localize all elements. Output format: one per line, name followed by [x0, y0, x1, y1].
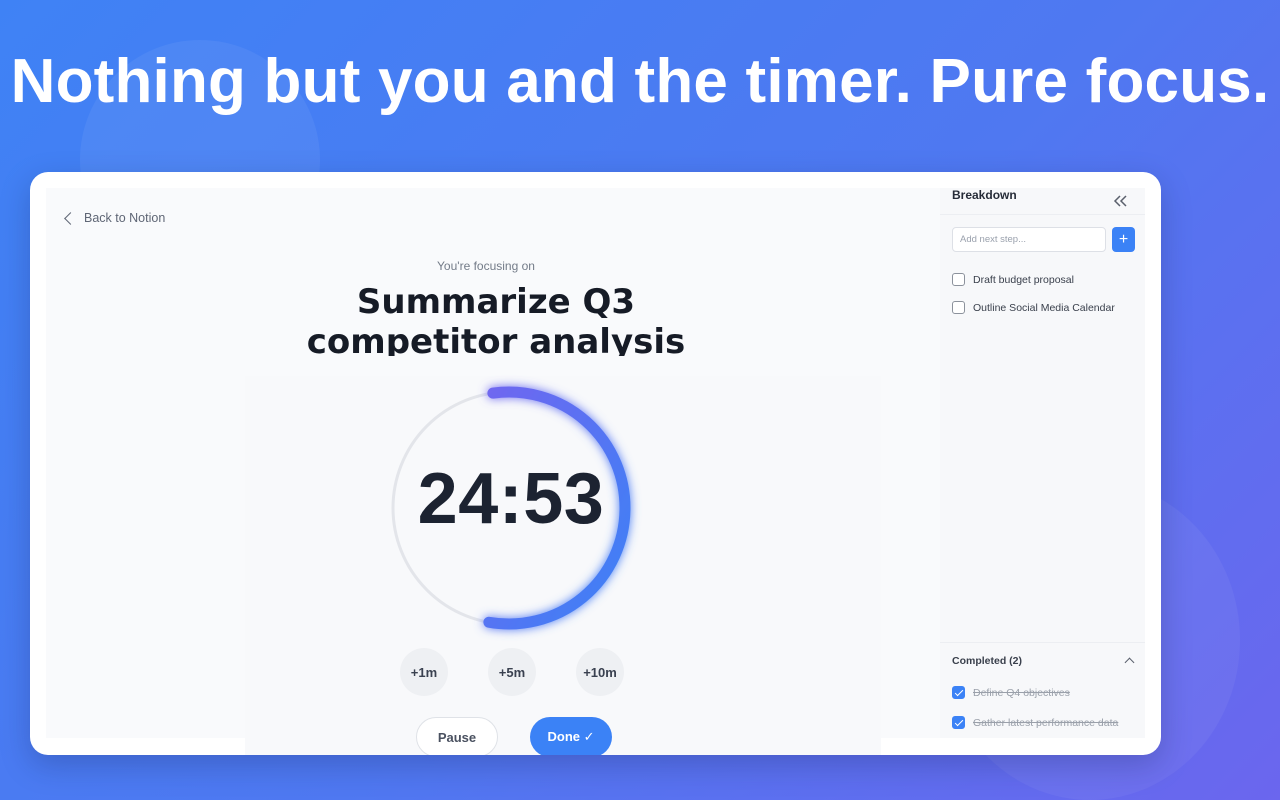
- app-window: Back to Notion You're focusing on Summar…: [30, 172, 1161, 755]
- add-5-minutes-button[interactable]: +5m: [488, 648, 536, 696]
- focus-pane: Back to Notion You're focusing on Summar…: [46, 188, 940, 755]
- time-remaining: 24:53: [417, 459, 605, 539]
- collapse-sidebar-icon[interactable]: [1112, 194, 1130, 208]
- step-checkbox[interactable]: [952, 273, 965, 286]
- pause-button[interactable]: Pause: [416, 717, 498, 755]
- add-10-minutes-button[interactable]: +10m: [576, 648, 624, 696]
- add-1-minute-button[interactable]: +1m: [400, 648, 448, 696]
- step-item[interactable]: Draft budget proposal: [952, 273, 1074, 286]
- divider: [940, 214, 1145, 215]
- sidebar-title: Breakdown: [952, 188, 1017, 202]
- step-label: Draft budget proposal: [973, 273, 1074, 286]
- breakdown-sidebar: Breakdown + Draft budget proposal Outlin…: [940, 188, 1145, 738]
- promo-headline: Nothing but you and the timer. Pure focu…: [10, 47, 1270, 116]
- completed-checkbox[interactable]: [952, 686, 965, 699]
- completed-label: Gather latest performance data: [973, 716, 1119, 729]
- step-checkbox[interactable]: [952, 301, 965, 314]
- chevron-left-icon: [64, 211, 77, 225]
- step-item[interactable]: Outline Social Media Calendar: [952, 301, 1115, 314]
- task-title: Summarize Q3 competitor analysis: [306, 282, 686, 356]
- completed-header: Completed (2): [952, 655, 1023, 667]
- completed-item[interactable]: Define Q4 objectives: [952, 686, 1070, 699]
- done-button[interactable]: Done ✓: [530, 717, 612, 755]
- back-to-notion-link[interactable]: Back to Notion: [64, 211, 166, 225]
- completed-label: Define Q4 objectives: [973, 686, 1070, 699]
- completed-item[interactable]: Gather latest performance data: [952, 716, 1118, 729]
- focus-label: You're focusing on: [437, 259, 535, 273]
- completed-checkbox[interactable]: [952, 716, 965, 729]
- chevron-up-icon[interactable]: [1124, 657, 1135, 668]
- add-step-input[interactable]: [952, 227, 1106, 252]
- back-link-label: Back to Notion: [84, 211, 166, 225]
- divider: [940, 642, 1145, 643]
- add-step-button[interactable]: +: [1112, 227, 1135, 252]
- step-label: Outline Social Media Calendar: [973, 301, 1115, 314]
